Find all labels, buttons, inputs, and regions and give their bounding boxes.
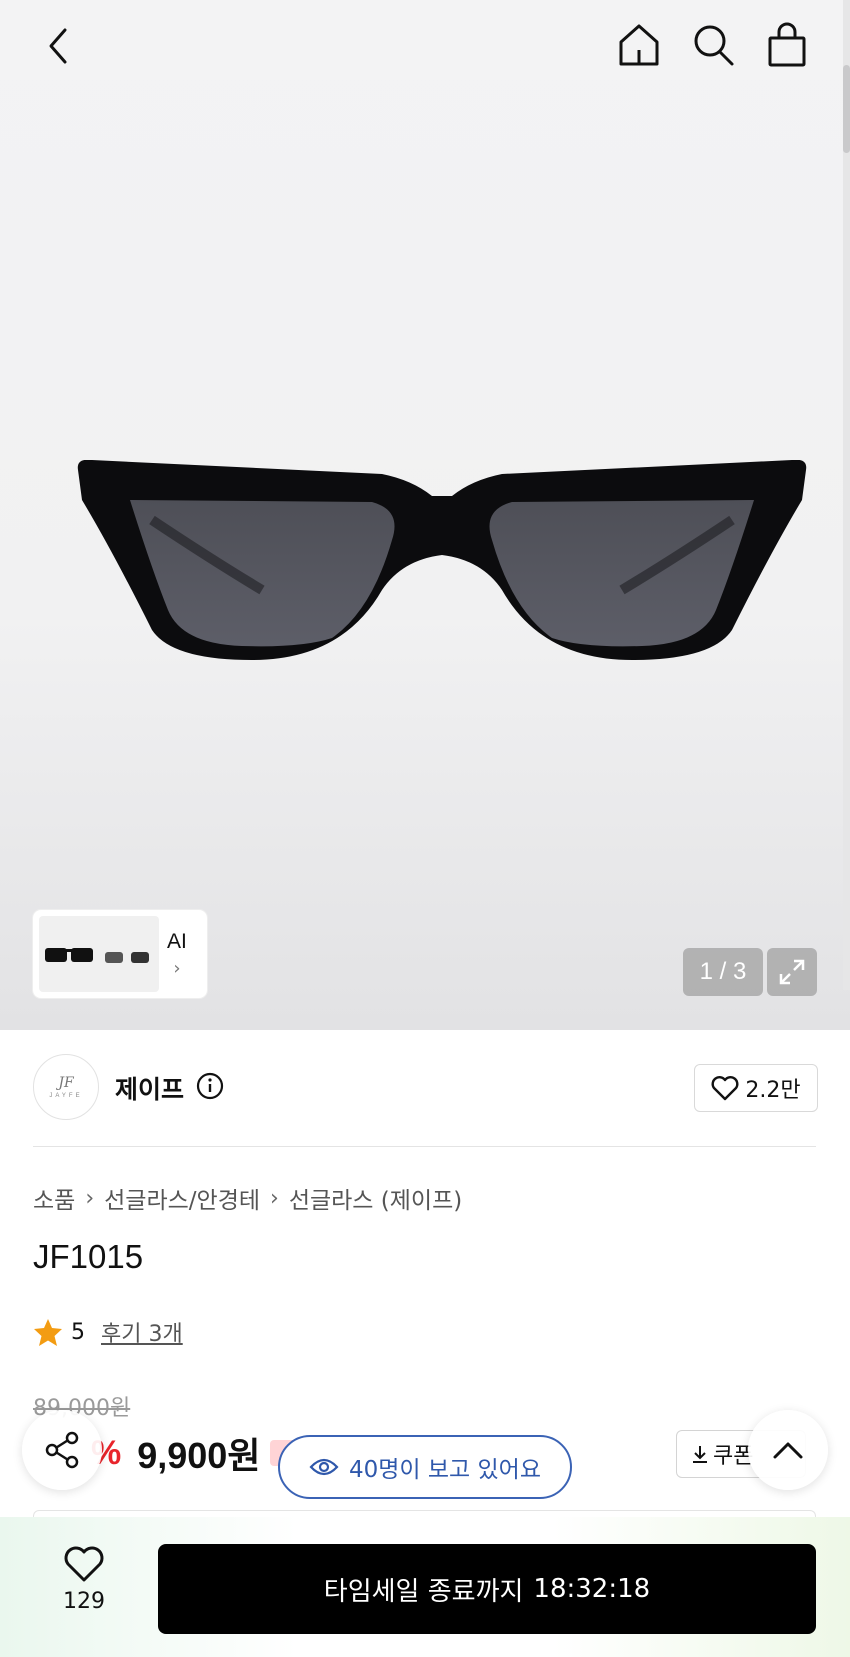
brand-logo[interactable]: JF JAYFE: [33, 1054, 99, 1120]
breadcrumb-item-sunglasses[interactable]: 선글라스 (제이프): [289, 1181, 462, 1215]
ai-thumbnail-image: [39, 916, 159, 992]
search-button[interactable]: [688, 18, 738, 72]
download-icon: [693, 1446, 707, 1463]
product-title: JF1015: [33, 1238, 144, 1275]
expand-icon: [779, 959, 805, 985]
wishlist-button[interactable]: 129: [44, 1545, 124, 1635]
product-image-gallery[interactable]: AI › 1 / 3: [0, 0, 850, 1030]
cart-button[interactable]: [762, 18, 812, 72]
breadcrumb-item-accessories[interactable]: 소품: [33, 1181, 75, 1215]
rating-value: 5: [71, 1319, 85, 1345]
info-icon[interactable]: [196, 1072, 224, 1100]
heart-icon: [64, 1546, 104, 1582]
breadcrumb-item-eyewear[interactable]: 선글라스/안경테: [104, 1181, 260, 1215]
chevron-left-icon: [49, 28, 67, 64]
share-icon: [45, 1431, 79, 1469]
rating-row: 5 후기 3개: [33, 1316, 183, 1348]
image-pager: 1 / 3: [683, 948, 763, 996]
brand-logo-mark: JF: [58, 1075, 74, 1091]
cta-timer: 18:32:18: [533, 1574, 651, 1604]
sale-price: 9,900원: [137, 1435, 261, 1476]
shopping-bag-icon: [768, 22, 806, 67]
divider: [33, 1146, 816, 1147]
ai-thumb-side: AI ›: [167, 930, 187, 979]
reviews-link[interactable]: 후기 3개: [101, 1316, 183, 1348]
star-icon: [34, 1319, 62, 1346]
brand-name[interactable]: 제이프: [115, 1070, 184, 1106]
brand-row: JF JAYFE 제이프 2.2만: [33, 1054, 818, 1122]
viewers-count-pill: 40명이 보고 있어요: [278, 1435, 572, 1499]
back-button[interactable]: [36, 20, 80, 72]
search-icon: [694, 25, 734, 66]
chevron-right-icon: ›: [173, 957, 181, 979]
buy-button[interactable]: 타임세일 종료까지 18:32:18: [158, 1544, 816, 1634]
chevron-up-icon: [773, 1442, 803, 1459]
cta-label: 타임세일 종료까지: [323, 1576, 524, 1607]
product-photo-sunglasses: [77, 460, 807, 660]
wishlist-count: 129: [63, 1589, 105, 1614]
home-icon: [619, 24, 659, 66]
brand-like-button[interactable]: 2.2만: [694, 1064, 818, 1112]
ai-similar-items-card[interactable]: AI ›: [33, 910, 207, 998]
heart-icon: [711, 1076, 739, 1101]
share-button[interactable]: [22, 1410, 102, 1490]
brand-like-count: 2.2만: [745, 1078, 801, 1103]
home-button[interactable]: [614, 18, 664, 72]
expand-image-button[interactable]: [767, 948, 817, 996]
brand-logo-sub: JAYFE: [49, 1093, 83, 1099]
breadcrumb-separator-icon: ›: [270, 1185, 279, 1211]
eye-icon: [309, 1458, 339, 1476]
viewers-text: 40명이 보고 있어요: [348, 1457, 541, 1483]
breadcrumb-separator-icon: ›: [85, 1185, 95, 1211]
scroll-to-top-button[interactable]: [748, 1410, 828, 1490]
ai-label: AI: [167, 929, 187, 953]
breadcrumb: 소품 › 선글라스/안경테 › 선글라스 (제이프): [33, 1181, 462, 1215]
top-nav-bar: [0, 0, 850, 92]
